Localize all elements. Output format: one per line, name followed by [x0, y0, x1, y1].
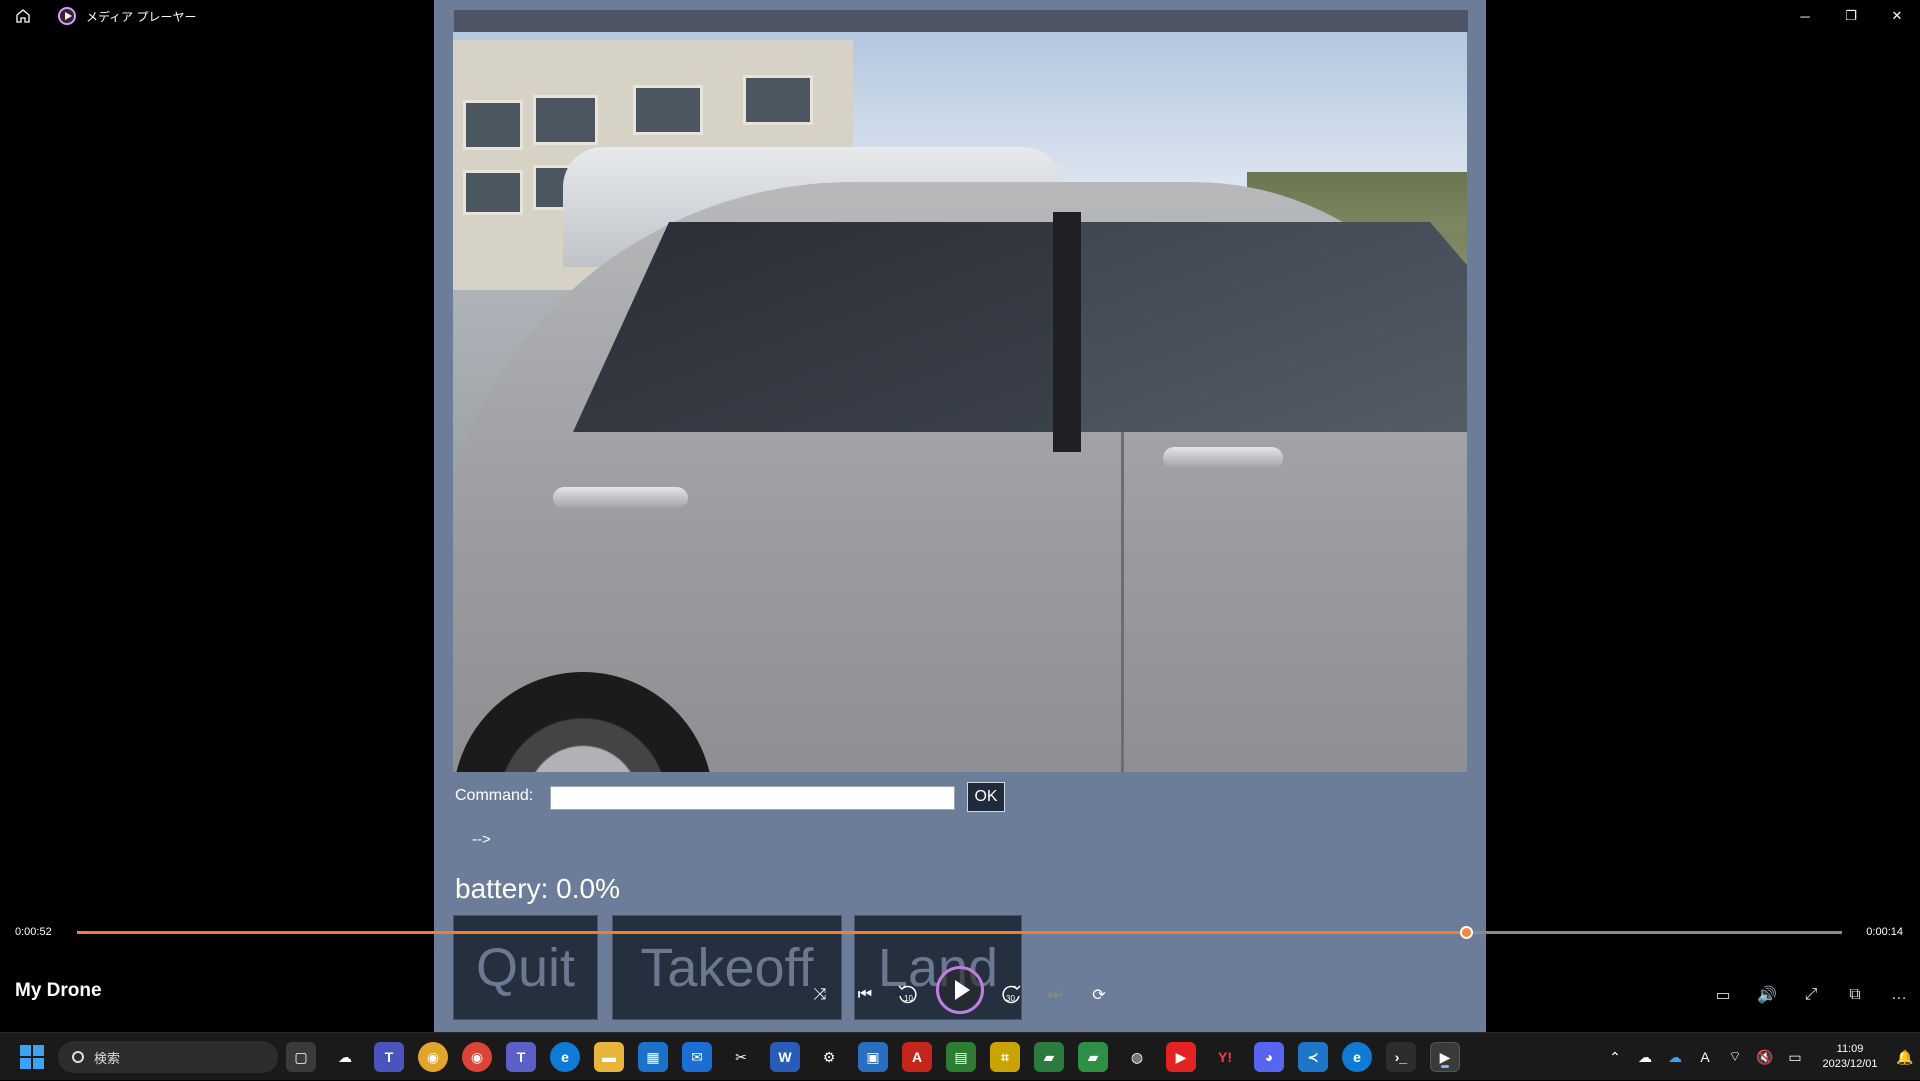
spreadsheet-icon[interactable]: ▤	[946, 1042, 976, 1072]
rewind-10-icon[interactable]: 10	[888, 975, 928, 1015]
onedrive-business-icon[interactable]: ☁	[1660, 1049, 1690, 1066]
window-title: メディア プレーヤー	[86, 9, 197, 24]
drone-app-frame: Command: OK --> battery: 0.0% Quit Takeo…	[434, 0, 1486, 1032]
youtube-icon[interactable]: ▶	[1166, 1042, 1196, 1072]
settings-icon[interactable]: ⚙	[814, 1042, 844, 1072]
taskbar: 検索 ▢ ☁ T ◉ ◉ T e ▬ ▦ ✉ ✂ W ⚙ ▣ A ▤ ⌗ ▰ ▰…	[0, 1032, 1920, 1080]
file-explorer-icon[interactable]: ▬	[594, 1042, 624, 1072]
command-input[interactable]	[550, 786, 955, 810]
fullscreen-icon[interactable]: ⤢	[1791, 975, 1831, 1015]
wifi-icon[interactable]: ⌔	[1720, 1048, 1750, 1066]
search-icon	[72, 1051, 84, 1063]
battery-status: battery: 0.0%	[455, 873, 620, 904]
miniplayer-icon[interactable]: ⧉	[1835, 975, 1875, 1015]
system-tray: ⌃ ☁ ☁ A ⌔ 🔇 ▭ 11:09 2023/12/01 🔔	[1600, 1033, 1920, 1081]
rewind-10-label: 10	[904, 994, 913, 1003]
clock[interactable]: 11:09 2023/12/01	[1810, 1042, 1890, 1072]
media-player-app-icon	[58, 7, 76, 25]
task-view-icon[interactable]: ▢	[286, 1042, 316, 1072]
app-green-2-icon[interactable]: ▰	[1078, 1042, 1108, 1072]
volume-icon[interactable]: 🔊	[1747, 975, 1787, 1015]
acrobat-icon[interactable]: A	[902, 1042, 932, 1072]
start-button[interactable]	[20, 1045, 44, 1069]
clock-time: 11:09	[1836, 1043, 1864, 1055]
remaining-time: 0:00:14	[1866, 926, 1903, 938]
home-icon[interactable]	[0, 0, 46, 32]
remote-desktop-icon[interactable]: ▣	[858, 1042, 888, 1072]
forward-30-label: 30	[1006, 994, 1015, 1003]
volume-muted-icon[interactable]: 🔇	[1750, 1049, 1780, 1066]
chevron-up-icon[interactable]: ⌃	[1600, 1049, 1630, 1066]
minimize-button[interactable]: ─	[1782, 0, 1828, 32]
teams-chat-icon[interactable]: T	[374, 1042, 404, 1072]
search-placeholder: 検索	[94, 1050, 121, 1066]
previous-icon[interactable]: ⏮	[845, 975, 885, 1015]
battery-icon[interactable]: ▭	[1780, 1049, 1810, 1066]
snipping-tool-icon[interactable]: ✂	[726, 1042, 756, 1072]
ok-button[interactable]: OK	[967, 782, 1005, 812]
title-bar: メディア プレーヤー ─ ❐ ✕	[0, 0, 1920, 32]
taskbar-search[interactable]: 検索	[58, 1041, 278, 1073]
play-icon	[954, 980, 970, 1000]
terminal-icon[interactable]: ›_	[1386, 1042, 1416, 1072]
store-icon[interactable]: ▦	[638, 1042, 668, 1072]
yahoo-icon[interactable]: Y!	[1210, 1042, 1240, 1072]
vscode-icon[interactable]: ≺	[1298, 1042, 1328, 1072]
word-icon[interactable]: W	[770, 1042, 800, 1072]
chrome-canary-icon[interactable]: ◉	[418, 1042, 448, 1072]
seek-thumb[interactable]	[1460, 926, 1474, 939]
forward-30-icon[interactable]: 30	[991, 975, 1031, 1015]
app-green-1-icon[interactable]: ▰	[1034, 1042, 1064, 1072]
play-button[interactable]	[936, 966, 984, 1014]
shuffle-icon[interactable]: ⤨	[800, 975, 840, 1015]
mail-icon[interactable]: ✉	[682, 1042, 712, 1072]
seek-bar[interactable]	[77, 926, 1842, 939]
weather-icon[interactable]: ☁	[330, 1042, 360, 1072]
next-icon[interactable]: ⏭	[1035, 975, 1075, 1015]
elapsed-time: 0:00:52	[15, 926, 52, 938]
clock-date: 2023/12/01	[1822, 1058, 1878, 1070]
chrome-icon[interactable]: ◉	[462, 1042, 492, 1072]
edge-icon[interactable]: e	[550, 1042, 580, 1072]
seek-progress	[77, 931, 1467, 934]
camera-feed-image	[453, 32, 1467, 772]
media-title: My Drone	[15, 980, 102, 1001]
command-label: Command:	[455, 787, 534, 804]
media-player-taskbar-icon[interactable]: ▶	[1430, 1042, 1460, 1072]
onedrive-icon[interactable]: ☁	[1630, 1049, 1660, 1066]
notification-bell-icon[interactable]: 🔔	[1890, 1049, 1920, 1066]
teams-icon[interactable]: T	[506, 1042, 536, 1072]
captions-icon[interactable]: ▭	[1703, 975, 1743, 1015]
restore-button[interactable]: ❐	[1828, 0, 1874, 32]
network-tool-icon[interactable]: ⌗	[990, 1042, 1020, 1072]
ime-indicator[interactable]: A	[1690, 1049, 1720, 1065]
response-arrow: -->	[472, 831, 491, 848]
edge-dev-icon[interactable]: e	[1342, 1042, 1372, 1072]
repeat-icon[interactable]: ⟳	[1079, 975, 1119, 1015]
close-button[interactable]: ✕	[1874, 0, 1920, 32]
discord-icon[interactable]: ◕	[1254, 1042, 1284, 1072]
app-globe-icon[interactable]: ◍	[1122, 1042, 1152, 1072]
more-options-icon[interactable]: …	[1879, 975, 1919, 1015]
